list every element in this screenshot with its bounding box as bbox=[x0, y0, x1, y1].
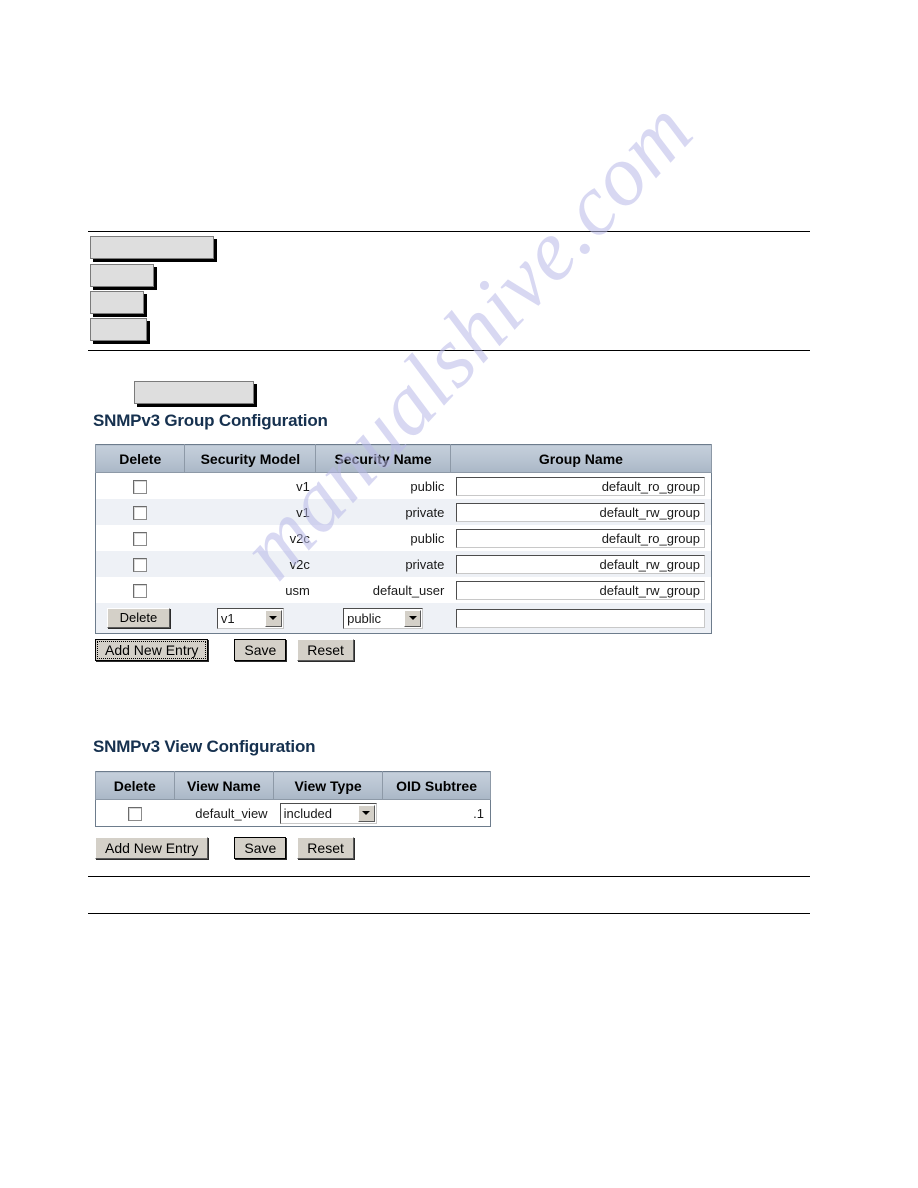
snmpv3-view-table: Delete View Name View Type OID Subtree d… bbox=[95, 771, 491, 827]
column-header-delete: Delete bbox=[95, 771, 175, 800]
security-model-select-value: v1 bbox=[220, 610, 235, 626]
column-header-view-type: View Type bbox=[273, 771, 384, 800]
chevron-down-icon[interactable] bbox=[404, 609, 422, 627]
redacted-box-4 bbox=[90, 318, 147, 341]
redacted-box-1 bbox=[90, 236, 214, 259]
column-header-group-name: Group Name bbox=[449, 444, 713, 473]
new-group-name-cell bbox=[450, 603, 712, 634]
delete-checkbox[interactable] bbox=[133, 583, 148, 598]
view-name-cell: default_view bbox=[195, 805, 268, 821]
delete-cell bbox=[96, 577, 185, 603]
chevron-down-icon[interactable] bbox=[357, 804, 375, 822]
view-type-cell: included bbox=[274, 800, 383, 827]
group-config-title: SNMPv3 Group Configuration bbox=[93, 411, 328, 430]
view-type-select-value: included bbox=[283, 805, 333, 821]
snmpv3-group-table: Delete Security Model Security Name Grou… bbox=[94, 444, 713, 634]
group-name-cell bbox=[450, 473, 711, 500]
column-header-security-model: Security Model bbox=[184, 444, 317, 473]
table-row: v1 private bbox=[95, 499, 712, 525]
table-header-row: Delete View Name View Type OID Subtree bbox=[95, 771, 491, 800]
security-model-cell: v1 bbox=[296, 478, 310, 494]
group-name-input[interactable] bbox=[456, 580, 705, 600]
group-name-input[interactable] bbox=[456, 528, 705, 548]
delete-checkbox[interactable] bbox=[128, 806, 143, 821]
group-name-cell bbox=[450, 499, 712, 525]
security-name-cell: public bbox=[410, 478, 445, 494]
group-button-row: Add New Entry Save Reset bbox=[95, 639, 354, 661]
new-group-name-input[interactable] bbox=[456, 608, 705, 628]
group-name-input[interactable] bbox=[456, 554, 705, 574]
group-name-cell bbox=[450, 551, 712, 577]
security-name-cell: public bbox=[410, 530, 445, 546]
column-header-view-name: View Name bbox=[173, 771, 275, 800]
security-model-select[interactable]: v1 bbox=[216, 607, 284, 629]
group-name-input[interactable] bbox=[456, 476, 705, 496]
table-row: usm default_user bbox=[96, 577, 712, 603]
delete-checkbox[interactable] bbox=[133, 479, 148, 494]
table-row: v2c public bbox=[96, 525, 712, 551]
delete-checkbox[interactable] bbox=[133, 531, 148, 546]
group-name-cell bbox=[450, 525, 711, 551]
table-header-row: Delete Security Model Security Name Grou… bbox=[94, 444, 713, 473]
delete-entry-cell: Delete bbox=[95, 603, 185, 634]
page-divider-top bbox=[88, 231, 810, 232]
security-name-cell: default_user bbox=[372, 582, 445, 598]
reset-button[interactable]: Reset bbox=[297, 837, 354, 859]
security-model-cell: v1 bbox=[184, 499, 316, 525]
new-security-model-cell: v1 bbox=[184, 603, 316, 634]
security-model-cell: v2c bbox=[289, 530, 310, 546]
new-entry-row: Delete v1 public bbox=[95, 603, 712, 634]
delete-cell bbox=[96, 800, 175, 827]
delete-checkbox[interactable] bbox=[133, 557, 148, 572]
security-name-cell: private bbox=[315, 499, 451, 525]
add-new-entry-button[interactable]: Add New Entry bbox=[95, 639, 209, 661]
oid-subtree-cell: .1 bbox=[473, 805, 484, 821]
page-divider-upper bbox=[88, 350, 810, 351]
security-model-cell: usm bbox=[285, 582, 310, 598]
redacted-box-2 bbox=[90, 264, 154, 287]
view-config-title: SNMPv3 View Configuration bbox=[93, 737, 316, 756]
table-row: default_view included .1 bbox=[96, 800, 491, 827]
table-row: v2c private bbox=[95, 551, 712, 577]
reset-button[interactable]: Reset bbox=[297, 639, 354, 661]
save-button[interactable]: Save bbox=[234, 837, 287, 859]
security-name-select[interactable]: public bbox=[343, 607, 424, 629]
delete-row-button[interactable]: Delete bbox=[106, 608, 171, 628]
group-name-cell bbox=[450, 577, 711, 603]
group-name-input[interactable] bbox=[456, 502, 705, 522]
delete-cell bbox=[95, 551, 185, 577]
save-button[interactable]: Save bbox=[234, 639, 287, 661]
view-type-select[interactable]: included bbox=[279, 802, 377, 824]
page-divider-bottom bbox=[88, 913, 810, 914]
delete-cell bbox=[96, 473, 185, 500]
delete-checkbox[interactable] bbox=[133, 505, 148, 520]
new-security-name-cell: public bbox=[315, 603, 451, 634]
column-header-security-name: Security Name bbox=[315, 444, 451, 473]
delete-cell bbox=[96, 525, 185, 551]
page-divider-lower bbox=[88, 876, 810, 877]
redacted-box-3 bbox=[90, 291, 144, 314]
view-button-row: Add New Entry Save Reset bbox=[95, 837, 354, 859]
delete-cell bbox=[95, 499, 185, 525]
security-name-cell: private bbox=[315, 551, 451, 577]
column-header-delete: Delete bbox=[94, 444, 186, 473]
chevron-down-icon[interactable] bbox=[264, 609, 282, 627]
security-name-select-value: public bbox=[347, 610, 382, 626]
column-header-oid-subtree: OID Subtree bbox=[382, 771, 491, 800]
security-model-cell: v2c bbox=[184, 551, 316, 577]
table-row: v1 public bbox=[96, 473, 712, 500]
redacted-box-5 bbox=[134, 381, 254, 404]
add-new-entry-button[interactable]: Add New Entry bbox=[95, 837, 209, 859]
